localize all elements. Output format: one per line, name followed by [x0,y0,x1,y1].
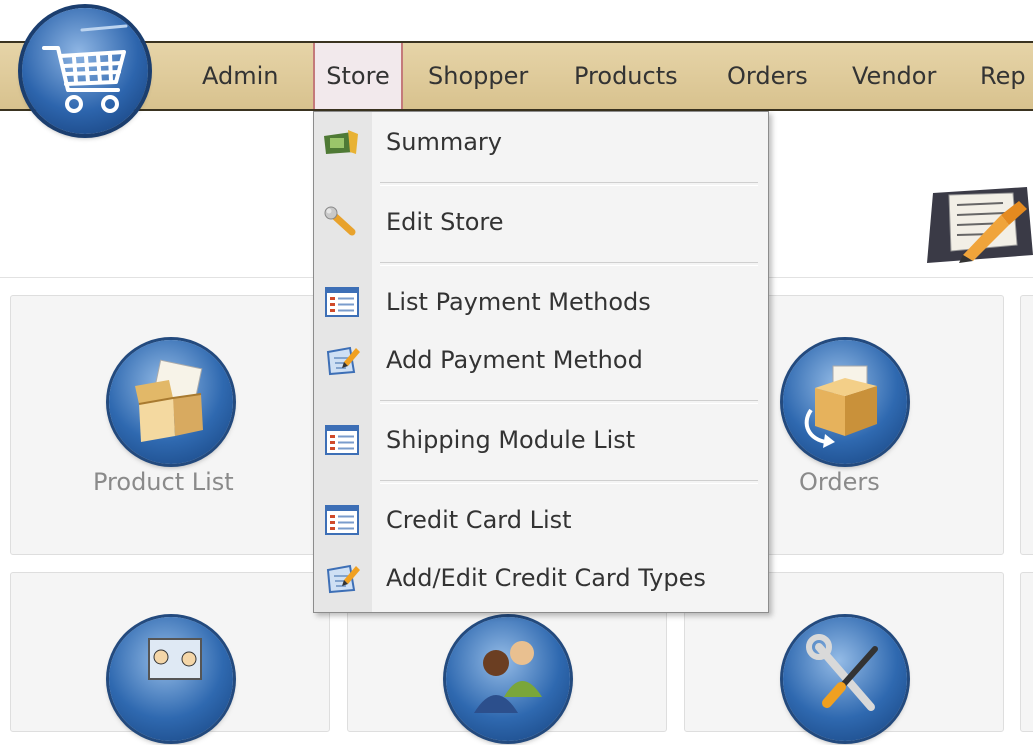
dropdown-item-list-payment-methods[interactable]: List Payment Methods [314,278,768,326]
tools-icon [783,617,907,741]
menu-item-vendor[interactable]: Vendor [852,43,936,109]
dropdown-item-label: Add Payment Method [386,346,643,374]
dropdown-item-label: Credit Card List [386,506,572,534]
top-menu-bar: Admin Store Shopper Products Orders Vend… [0,41,1033,111]
menu-item-orders[interactable]: Orders [727,43,808,109]
dropdown-separator [380,182,758,186]
dropdown-item-label: List Payment Methods [386,288,651,316]
tile-row2-1[interactable] [10,572,330,741]
dropdown-item-add-payment-method[interactable]: Add Payment Method [314,336,768,384]
dropdown-separator [380,400,758,404]
menu-item-admin[interactable]: Admin [202,43,279,109]
wrench-icon [322,206,362,238]
dropdown-item-shipping-module-list[interactable]: Shipping Module List [314,416,768,464]
product-list-tile[interactable]: Product List [10,295,330,555]
menu-item-store[interactable]: Store [313,43,403,109]
partial-tile-row2[interactable] [1020,572,1033,732]
shopping-cart-logo-icon[interactable] [22,8,148,134]
tile-label: Product List [93,468,234,496]
dropdown-item-label: Edit Store [386,208,504,236]
dropdown-item-label: Add/Edit Credit Card Types [386,564,706,592]
dropdown-item-add-edit-credit-card-types[interactable]: Add/Edit Credit Card Types [314,554,768,602]
edit-note-icon [322,562,362,594]
product-box-icon [109,340,233,464]
dropdown-item-edit-store[interactable]: Edit Store [314,198,768,246]
summary-icon [322,126,362,158]
list-icon [322,424,362,456]
dropdown-item-summary[interactable]: Summary [314,118,768,166]
note-pen-icon [923,185,1033,265]
users-group-icon [446,617,570,741]
edit-note-icon [322,344,362,376]
users-board-icon [109,617,233,741]
store-dropdown-menu: Summary Edit Store List Payment Methods [313,111,769,613]
dropdown-separator [380,480,758,484]
tile-label: Orders [799,468,880,496]
menu-item-reports[interactable]: Rep [980,43,1026,109]
dropdown-item-credit-card-list[interactable]: Credit Card List [314,496,768,544]
list-icon [322,504,362,536]
dropdown-item-label: Summary [386,128,502,156]
dropdown-separator [380,262,758,266]
menu-item-products[interactable]: Products [574,43,678,109]
dropdown-item-label: Shipping Module List [386,426,636,454]
orders-box-icon [783,340,907,464]
partial-tile[interactable] [1020,295,1033,555]
menu-item-shopper[interactable]: Shopper [428,43,528,109]
list-icon [322,286,362,318]
